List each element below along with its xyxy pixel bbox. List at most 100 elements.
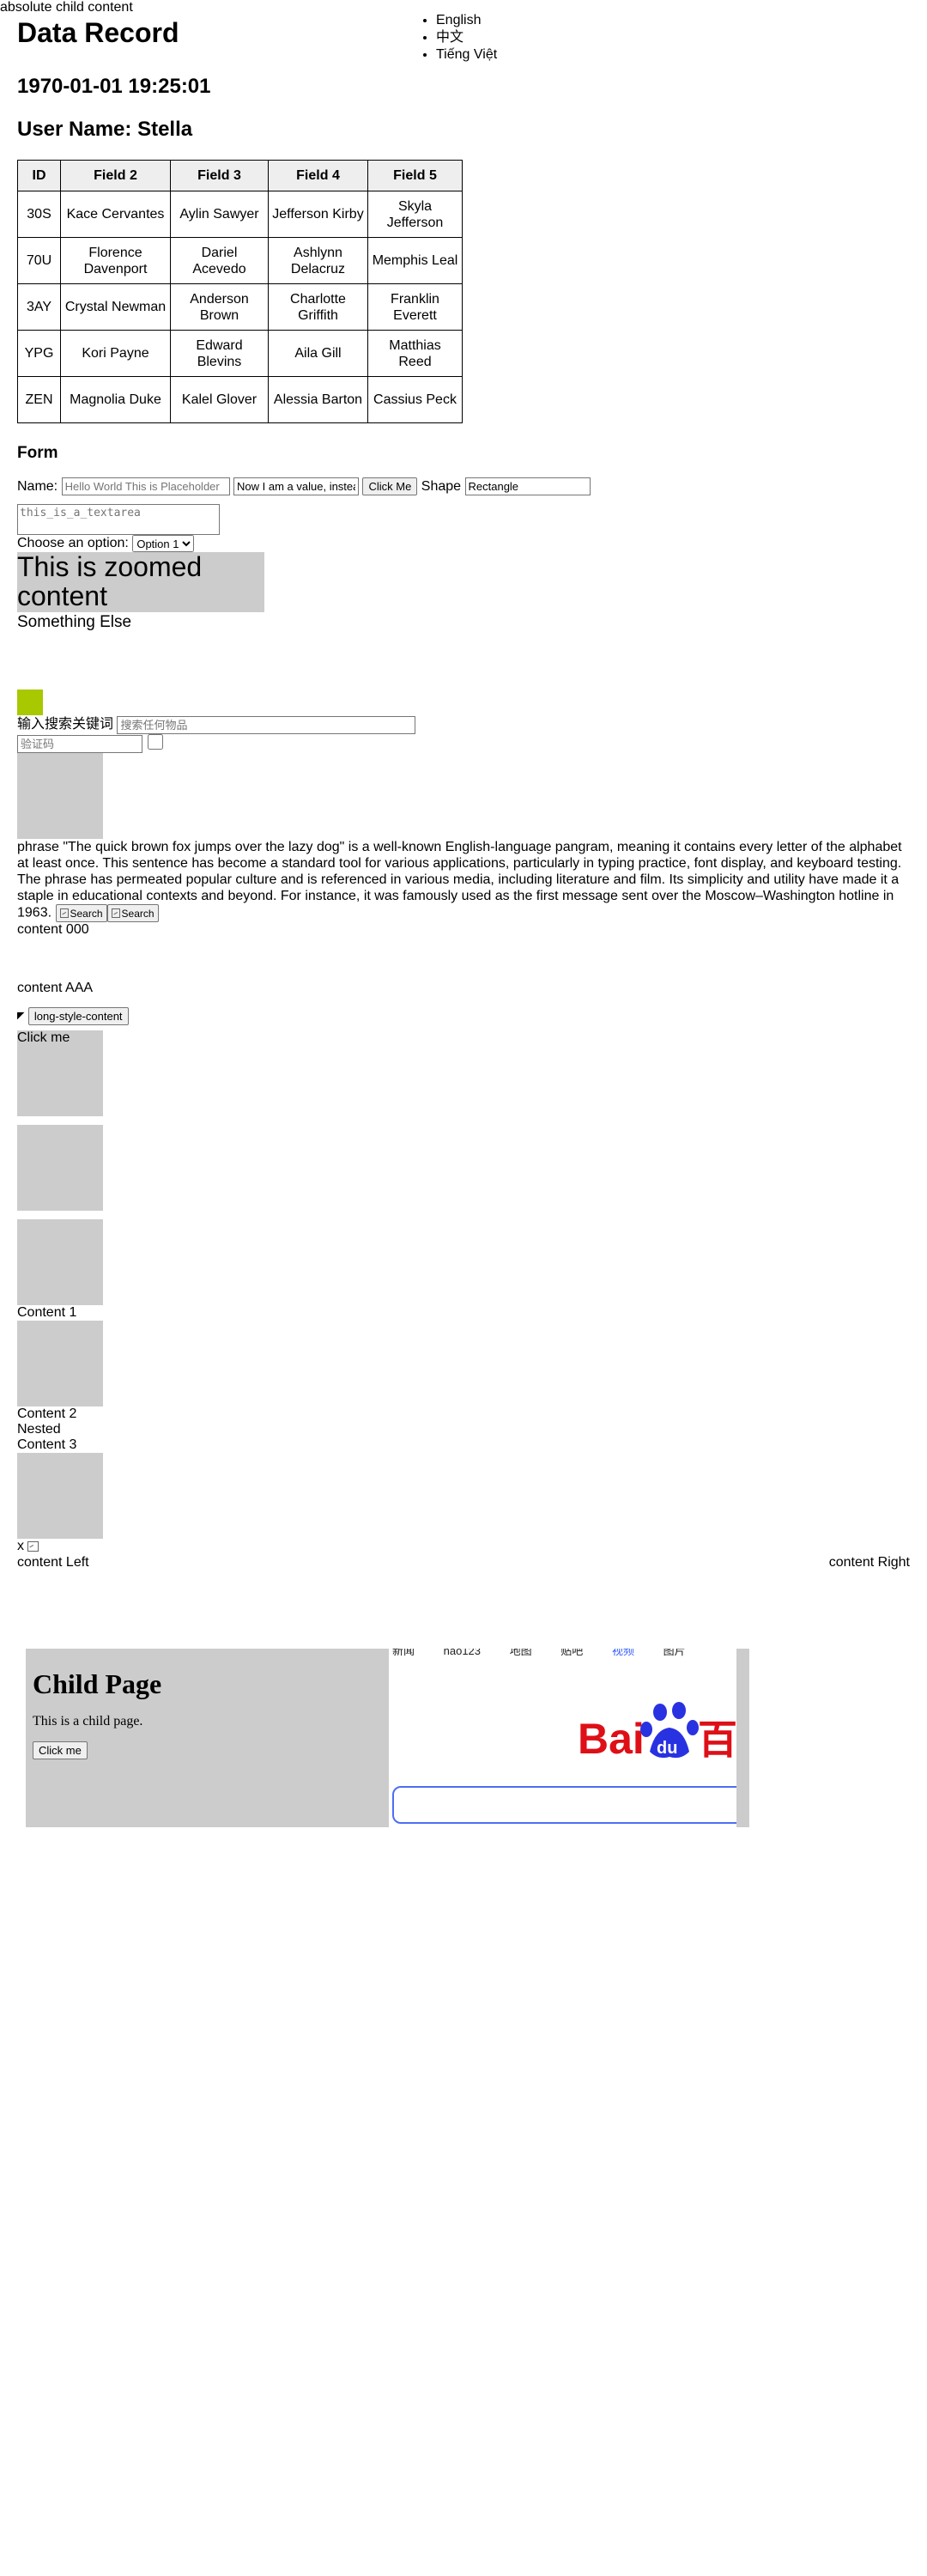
option-select[interactable]: Option 1 (132, 535, 195, 552)
search-row: 输入搜索关键词 (17, 715, 910, 734)
disclosure-triangle-icon[interactable]: ◤ (17, 1006, 24, 1025)
table-cell: YPG (17, 330, 61, 377)
captcha-row (17, 734, 910, 753)
search-keyword-label: 输入搜索关键词 (17, 717, 114, 732)
content-1: Content 1 (17, 1305, 77, 1321)
table-cell: Crystal Newman (60, 283, 171, 331)
table-cell: ZEN (17, 376, 61, 423)
captcha-input[interactable] (17, 734, 142, 753)
x-row: x (17, 1539, 910, 1554)
child-page-text: This is a child page. (33, 1714, 143, 1728)
table-cell: Skyla Jefferson (367, 191, 463, 238)
absolute-child-content: absolute child content (0, 0, 133, 15)
content-left: content Left (17, 1555, 89, 1571)
column-header: Field 5 (367, 160, 463, 191)
grey-box (17, 1219, 103, 1306)
table-cell: 30S (17, 191, 61, 238)
table-cell: Memphis Leal (367, 237, 463, 284)
child-click-me-button[interactable]: Click me (33, 1741, 88, 1759)
main-content: Data Record 1970-01-01 19:25:01 User Nam… (17, 15, 910, 1571)
baidu-nav-item[interactable]: 视频 (612, 1649, 634, 1657)
table-cell: Alessia Barton (268, 376, 368, 423)
table-cell: Matthias Reed (367, 330, 463, 377)
details-row: ◤ long-style-content (17, 1006, 910, 1025)
data-table: ID Field 2 Field 3 Field 4 Field 5 30S K… (17, 160, 463, 423)
click-me-box[interactable]: Click me (17, 1030, 103, 1117)
child-page-frame: Child Page This is a child page. Click m… (26, 1649, 380, 1827)
value-input[interactable] (233, 477, 360, 496)
table-cell: Cassius Peck (367, 376, 463, 423)
click-me-button[interactable]: Click Me (362, 477, 418, 496)
textarea-field[interactable] (17, 504, 220, 535)
search-image-button[interactable]: Search (55, 904, 107, 923)
baidu-logo-text-bai: Bai (578, 1715, 645, 1760)
x-text: x (17, 1539, 24, 1554)
baidu-nav: 新闻 hao123 地图 贴吧 视频 图片 (392, 1649, 686, 1658)
table-cell: Florence Davenport (60, 237, 171, 284)
content-aaa: content AAA (17, 981, 94, 996)
child-page-title: Child Page (33, 1668, 162, 1699)
user-name: User Name: Stella (17, 118, 193, 141)
table-cell: Franklin Everett (367, 283, 463, 331)
column-header: Field 2 (60, 160, 171, 191)
something-else-text: Something Else (17, 613, 132, 632)
pangram-paragraph: phrase "The quick brown fox jumps over t… (17, 839, 910, 923)
broken-image-icon (59, 908, 69, 919)
table-cell: Charlotte Griffith (268, 283, 368, 331)
content-000: content 000 (17, 922, 89, 938)
form-heading: Form (17, 444, 58, 462)
page-title: Data Record (17, 17, 179, 48)
table-row: 30S Kace Cervantes Aylin Sawyer Jefferso… (17, 191, 463, 238)
baidu-search-input[interactable] (392, 1786, 736, 1824)
content-2: Content 2 (17, 1406, 77, 1422)
column-header: ID (17, 160, 61, 191)
svg-text:du: du (657, 1739, 677, 1758)
record-datetime: 1970-01-01 19:25:01 (17, 75, 211, 98)
table-cell: Anderson Brown (170, 283, 269, 331)
click-me-text: Click me (17, 1030, 70, 1046)
content-3: Content 3 (17, 1437, 77, 1453)
captcha-checkbox[interactable] (148, 734, 164, 750)
baidu-nav-item[interactable]: 地图 (510, 1649, 532, 1657)
column-header: Field 4 (268, 160, 368, 191)
broken-image-icon (111, 908, 120, 919)
baidu-logo[interactable]: Bai du 百 (578, 1700, 736, 1760)
search-button-label: Search (121, 907, 154, 920)
table-cell: Jefferson Kirby (268, 191, 368, 238)
table-cell: Aila Gill (268, 330, 368, 377)
option-row: Choose an option: Option 1 (17, 535, 910, 552)
table-cell: Dariel Acevedo (170, 237, 269, 284)
baidu-nav-item[interactable]: hao123 (444, 1649, 481, 1657)
search-image-button[interactable]: Search (106, 904, 159, 923)
table-cell: Kori Payne (60, 330, 171, 377)
grey-box (17, 1453, 103, 1540)
iframe-container: Child Page This is a child page. Click m… (26, 1649, 749, 1827)
baidu-logo-text-bai-cn: 百 (698, 1716, 736, 1760)
baidu-paw-icon: du (640, 1702, 699, 1759)
search-input[interactable] (117, 715, 416, 734)
table-row: ZEN Magnolia Duke Kalel Glover Alessia B… (17, 376, 463, 423)
baidu-frame: 新闻 hao123 地图 贴吧 视频 图片 Bai du 百 (389, 1649, 736, 1827)
column-header: Field 3 (170, 160, 269, 191)
name-input[interactable] (61, 477, 230, 496)
green-square (17, 690, 43, 716)
long-style-content-button[interactable]: long-style-content (27, 1006, 129, 1025)
table-cell: Kalel Glover (170, 376, 269, 423)
table-cell: Ashlynn Delacruz (268, 237, 368, 284)
baidu-nav-item[interactable]: 贴吧 (560, 1649, 583, 1657)
baidu-nav-item[interactable]: 新闻 (392, 1649, 415, 1657)
nested-text: Nested (17, 1422, 61, 1437)
shape-input[interactable] (464, 477, 591, 496)
table-cell: Edward Blevins (170, 330, 269, 377)
grey-box (17, 1321, 103, 1407)
shape-label: Shape (421, 479, 462, 494)
table-row: 70U Florence Davenport Dariel Acevedo As… (17, 237, 463, 284)
baidu-nav-item[interactable]: 图片 (663, 1649, 686, 1657)
grey-box (17, 1125, 103, 1212)
zoomed-content: This is zoomed content (17, 552, 264, 613)
table-row: YPG Kori Payne Edward Blevins Aila Gill … (17, 330, 463, 377)
table-cell: 3AY (17, 283, 61, 331)
table-header-row: ID Field 2 Field 3 Field 4 Field 5 (17, 160, 463, 191)
table-cell: Aylin Sawyer (170, 191, 269, 238)
broken-image-icon (27, 1541, 39, 1552)
